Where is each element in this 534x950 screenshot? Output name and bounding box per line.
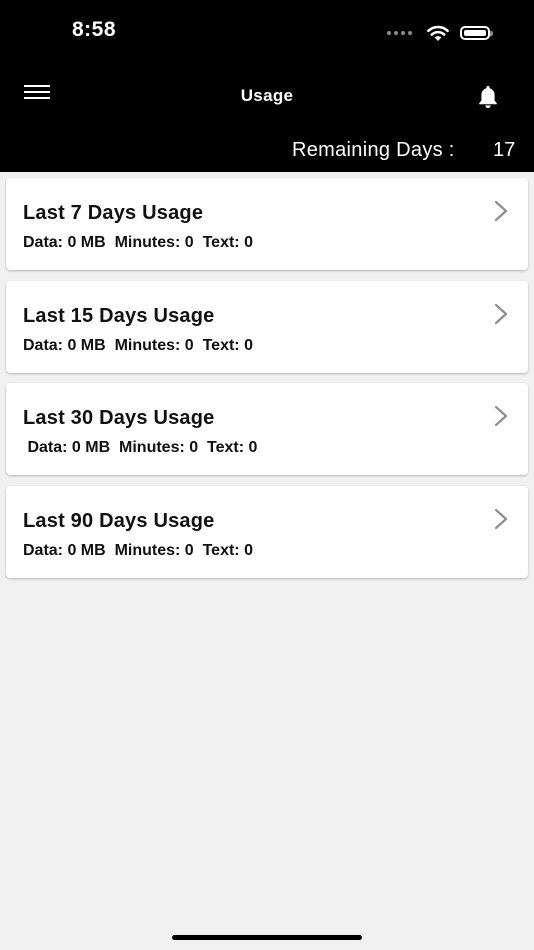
chevron-right-icon — [494, 303, 508, 325]
card-title: Last 7 Days Usage — [23, 202, 204, 224]
cellular-signal-icon — [387, 31, 412, 35]
status-icons — [387, 24, 493, 42]
card-details: Data: 0 MB Minutes: 0 Text: 0 — [23, 234, 253, 251]
chevron-right-icon — [494, 508, 508, 530]
status-time: 8:58 — [72, 18, 117, 41]
wifi-icon — [427, 25, 449, 41]
card-details: Data: 0 MB Minutes: 0 Text: 0 — [23, 542, 253, 559]
chevron-right-icon — [494, 200, 508, 222]
card-details: Data: 0 MB Minutes: 0 Text: 0 — [23, 337, 253, 354]
usage-card-15-days[interactable]: Last 15 Days Usage Data: 0 MB Minutes: 0… — [6, 281, 528, 373]
card-title: Last 30 Days Usage — [23, 407, 215, 429]
remaining-days-label: Remaining Days : — [292, 139, 455, 161]
usage-card-7-days[interactable]: Last 7 Days Usage Data: 0 MB Minutes: 0 … — [6, 178, 528, 270]
usage-card-90-days[interactable]: Last 90 Days Usage Data: 0 MB Minutes: 0… — [6, 486, 528, 578]
usage-card-30-days[interactable]: Last 30 Days Usage Data: 0 MB Minutes: 0… — [6, 383, 528, 475]
bell-icon[interactable] — [476, 84, 500, 110]
home-indicator[interactable] — [172, 935, 362, 940]
card-title: Last 90 Days Usage — [23, 510, 215, 532]
page-title: Usage — [240, 86, 294, 105]
app-header: 8:58 Usage Remaining Days : 17 — [0, 0, 534, 172]
battery-icon — [460, 26, 493, 40]
card-title: Last 15 Days Usage — [23, 305, 215, 327]
card-details: Data: 0 MB Minutes: 0 Text: 0 — [23, 439, 258, 456]
chevron-right-icon — [494, 405, 508, 427]
remaining-days-value: 17 — [493, 139, 516, 161]
